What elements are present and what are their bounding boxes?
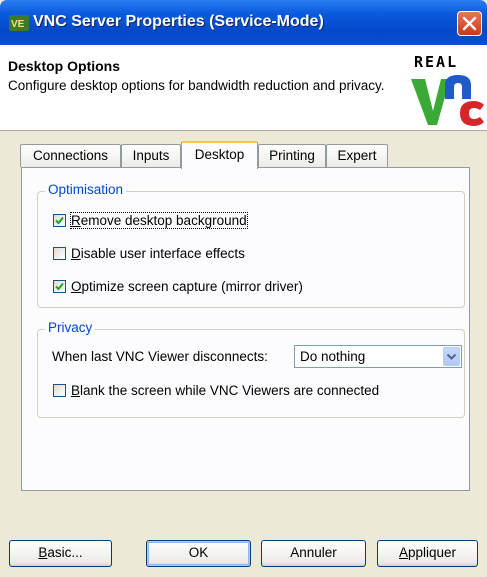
checkbox-label: Optimize screen capture (mirror driver) [71,278,303,294]
checkbox-box[interactable] [53,279,66,293]
checkbox-label: Disable user interface effects [71,245,245,261]
checkbox-label: Remove desktop background [70,211,248,229]
tab-label: Connections [32,148,109,163]
apply-button[interactable]: Appliquer [377,540,478,567]
svg-text:REAL: REAL [414,53,458,71]
title-bar[interactable]: VE VNC Server Properties (Service-Mode) [0,0,487,45]
optimisation-legend: Optimisation [45,182,127,197]
header-description: Configure desktop options for bandwidth … [8,78,385,93]
mirror-driver-checkbox[interactable]: Optimize screen capture (mirror driver) [53,277,303,295]
privacy-legend: Privacy [45,320,96,335]
privacy-group: Privacy When last VNC Viewer disconnects… [37,320,465,418]
checkbox-box[interactable] [53,383,66,397]
header-title: Desktop Options [8,58,121,74]
dropdown-button[interactable] [443,347,460,366]
realvnc-logo: REAL [411,53,484,126]
disable-ui-effects-checkbox[interactable]: Disable user interface effects [53,244,245,262]
chevron-down-icon [447,354,456,360]
window-title: VNC Server Properties (Service-Mode) [33,13,324,30]
tab-label: Inputs [132,148,170,163]
blank-screen-checkbox[interactable]: Blank the screen while VNC Viewers are c… [53,381,379,399]
checkbox-box[interactable] [53,213,66,227]
tab-label: Expert [337,148,377,163]
tab-desktop[interactable]: Desktop [181,141,258,169]
checkmark-icon [55,282,64,290]
disconnect-action-label: When last VNC Viewer disconnects: [52,349,268,364]
desktop-tab-panel: Optimisation Remove desktop background D… [21,167,470,491]
tab-label: Desktop [194,147,245,162]
tab-printing[interactable]: Printing [258,144,326,167]
tab-inputs[interactable]: Inputs [121,144,181,167]
cancel-button[interactable]: Annuler [261,540,366,567]
tab-label: Printing [269,148,315,163]
disconnect-action-value: Do nothing [300,349,366,364]
checkbox-box[interactable] [53,246,66,260]
tab-expert[interactable]: Expert [326,144,388,167]
vnc-properties-window: VE VNC Server Properties (Service-Mode) … [0,0,487,577]
close-icon [462,16,477,31]
checkmark-icon [55,216,64,224]
tab-connections[interactable]: Connections [20,144,121,167]
remove-background-checkbox[interactable]: Remove desktop background [53,211,248,229]
close-button[interactable] [457,11,482,36]
svg-text:VE: VE [11,19,25,30]
ok-button[interactable]: OK [146,540,251,567]
checkbox-label: Blank the screen while VNC Viewers are c… [71,382,380,398]
optimisation-group: Optimisation Remove desktop background D… [37,182,465,308]
disconnect-action-select[interactable]: Do nothing [294,345,462,368]
basic-button[interactable]: Basic... [9,540,112,567]
vnc-app-icon: VE [9,15,29,31]
